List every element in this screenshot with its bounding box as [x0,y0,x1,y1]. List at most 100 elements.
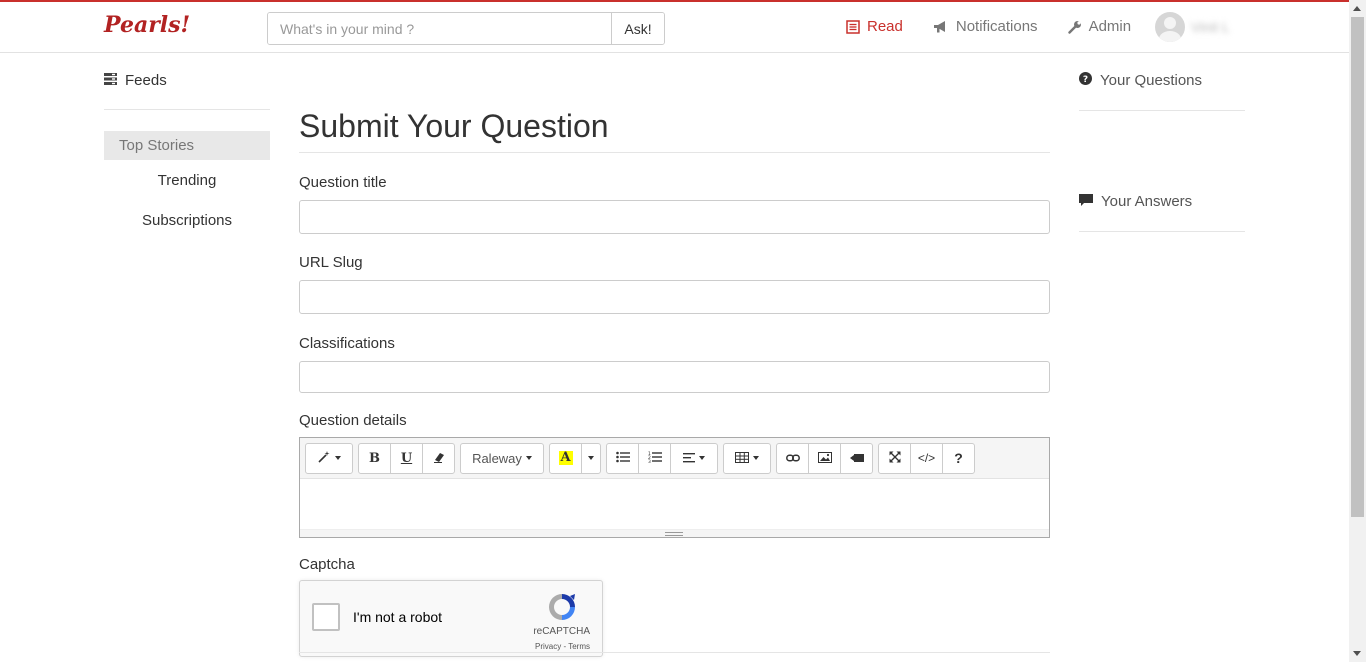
feeds-heading[interactable]: Feeds [104,70,270,90]
question-circle-icon: ? [1079,71,1092,89]
left-sidebar: Feeds Top Stories Trending Subscriptions [104,70,270,241]
codeview-button[interactable]: </> [910,442,943,474]
scrollbar-thumb[interactable] [1351,17,1364,517]
sidebar-nav: Trending Subscriptions [104,161,270,241]
table-button[interactable] [723,442,771,474]
sidebar-item-trending[interactable]: Trending [104,161,270,201]
page-scrollbar[interactable] [1349,0,1366,662]
recaptcha-brand: reCAPTCHA [533,626,590,637]
font-name-value: Raleway [472,450,522,466]
sidebar-item-top-stories[interactable]: Top Stories [104,131,270,160]
align-left-icon [683,451,695,466]
recaptcha-logo-icon [546,591,578,628]
scroll-down-icon[interactable] [1353,651,1361,656]
user-name: Vinit L [1191,19,1230,35]
list-ul-icon [615,451,630,466]
wrench-icon [1067,20,1082,34]
code-icon: </> [917,451,936,465]
right-sidebar: ? Your Questions Your Answers [1079,70,1245,232]
font-name-dropdown[interactable]: Raleway [460,442,544,474]
question-form: Submit Your Question Question title URL … [299,100,1053,657]
question-title-label: Question title [299,174,387,191]
svg-text:?: ? [1083,75,1088,85]
nav-admin-label: Admin [1088,18,1132,35]
captcha-label: Captcha [299,556,355,573]
url-slug-input[interactable] [300,281,1053,315]
underline-button[interactable]: U [390,442,423,474]
nav-notifications[interactable]: Notifications [933,18,1038,35]
user-menu[interactable]: Vinit L [1155,12,1230,42]
feeds-label: Feeds [125,71,167,89]
editor-content-area[interactable] [300,479,1049,529]
avatar-icon [1155,12,1185,42]
editor-resize-handle[interactable] [300,529,1049,537]
comment-icon [1079,193,1093,210]
form-bottom-divider [299,652,1050,653]
divider [104,109,270,110]
classifications-field [299,361,1053,394]
fullscreen-button[interactable] [878,442,911,474]
fullscreen-icon [889,451,901,466]
unordered-list-button[interactable] [606,442,639,474]
list-alt-icon [846,19,860,34]
nav-admin[interactable]: Admin [1067,18,1132,35]
your-answers-label: Your Answers [1101,192,1193,210]
captcha-text: I'm not a robot [353,609,443,625]
bullhorn-icon [933,20,949,34]
table-icon [735,451,749,466]
top-navbar: Pearls! Ask! Read Notifications Admin [0,2,1349,53]
bold-icon: B [369,450,380,466]
paragraph-align-button[interactable] [670,442,718,474]
bold-button[interactable]: B [358,442,391,474]
style-button[interactable] [305,442,353,474]
picture-icon [817,451,832,466]
search-input[interactable] [268,13,611,44]
sidebar-item-subscriptions[interactable]: Subscriptions [104,201,270,241]
nav-notifications-label: Notifications [955,18,1038,35]
classifications-label: Classifications [299,335,395,352]
help-button[interactable]: ? [942,442,975,474]
picture-button[interactable] [808,442,841,474]
editor-toolbar: B U Raleway A 1 2 3 </> ? [300,438,1049,479]
brand-logo[interactable]: Pearls! [104,12,190,38]
recaptcha-terms-link[interactable]: Privacy - Terms [535,642,590,651]
tasks-icon [104,72,117,89]
main-nav: Read Notifications Admin [846,18,1161,35]
ask-button[interactable]: Ask! [611,13,664,44]
underline-icon: U [400,450,413,466]
sidebar-item-your-answers[interactable]: Your Answers [1079,191,1245,211]
scroll-up-icon[interactable] [1353,6,1361,11]
captcha-checkbox[interactable] [312,603,340,631]
link-icon [785,451,800,466]
recaptcha-widget: I'm not a robot reCAPTCHA Privacy - Term… [299,580,603,657]
video-button[interactable] [840,442,873,474]
ordered-list-button[interactable]: 123 [638,442,671,474]
list-ol-icon: 123 [648,451,662,466]
chevron-down-icon [588,456,594,460]
svg-text:3: 3 [648,459,651,463]
divider [1079,110,1245,111]
question-details-label: Question details [299,412,407,429]
rich-text-editor: B U Raleway A 1 2 3 </> ? [299,437,1050,538]
video-icon [849,451,864,466]
link-button[interactable] [776,442,809,474]
clear-format-button[interactable] [422,442,455,474]
nav-read-label: Read [867,18,903,35]
color-button[interactable]: A [549,442,582,474]
classifications-input[interactable] [300,362,1053,394]
nav-read[interactable]: Read [846,18,903,35]
color-dropdown-button[interactable] [581,442,601,474]
page-title: Submit Your Question [299,100,1050,153]
magic-wand-icon [317,450,331,467]
search-bar: Ask! [267,12,665,45]
sidebar-item-your-questions[interactable]: ? Your Questions [1079,70,1245,90]
url-slug-field [299,280,1053,315]
font-color-icon: A [558,450,573,465]
divider [1079,231,1245,232]
help-icon: ? [954,450,963,466]
url-slug-label: URL Slug [299,254,363,271]
question-title-field [299,200,1053,235]
question-title-input[interactable] [300,201,1053,235]
your-questions-label: Your Questions [1100,71,1203,89]
eraser-icon [433,451,445,466]
